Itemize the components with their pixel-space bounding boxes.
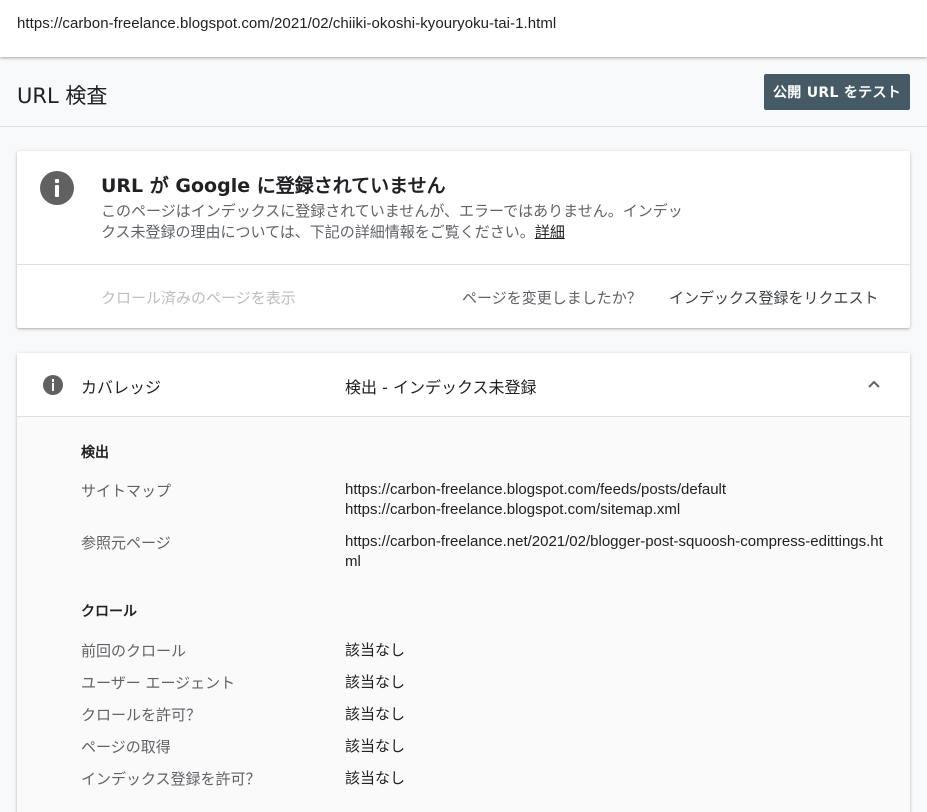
page-header: URL 検査 公開 URL をテスト xyxy=(0,57,927,127)
divider xyxy=(17,264,910,265)
info-icon xyxy=(40,171,74,205)
sitemap-url: https://carbon-freelance.blogspot.com/si… xyxy=(345,501,681,518)
index-status-headline: URL が Google に登録されていません xyxy=(101,175,446,197)
info-icon xyxy=(43,375,63,395)
request-indexing-button[interactable]: インデックス登録をリクエスト xyxy=(669,287,879,308)
user-agent-label: ユーザー エージェント xyxy=(81,674,236,692)
last-crawl-value: 該当なし xyxy=(345,641,406,659)
crawl-heading: クロール xyxy=(81,604,137,620)
coverage-status: 検出 - インデックス未登録 xyxy=(345,378,537,397)
referring-page-url: https://carbon-freelance.net/2021/02/blo… xyxy=(345,533,883,570)
coverage-panel: カバレッジ 検出 - インデックス未登録 検出 サイトマップ https://c… xyxy=(17,353,910,812)
view-crawled-page-button[interactable]: クロール済みのページを表示 xyxy=(101,287,296,308)
page-changed-question: ページを変更しましたか？ xyxy=(462,289,642,307)
referring-page-label: 参照元ページ xyxy=(81,534,171,552)
sitemap-label: サイトマップ xyxy=(81,482,172,500)
page-fetch-label: ページの取得 xyxy=(81,738,171,756)
user-agent-value: 該当なし xyxy=(345,673,406,691)
indexing-allowed-label: インデックス登録を許可？ xyxy=(81,770,261,788)
indexing-allowed-value: 該当なし xyxy=(345,769,406,787)
description-text: このページはインデックスに登録されていませんが、エラーではありません。インデック… xyxy=(101,202,683,241)
discovery-heading: 検出 xyxy=(81,445,109,461)
inspected-url[interactable]: https://carbon-freelance.blogspot.com/20… xyxy=(17,15,556,32)
sitemap-url: https://carbon-freelance.blogspot.com/fe… xyxy=(345,481,727,498)
crawl-allowed-value: 該当なし xyxy=(345,705,406,723)
learn-more-link[interactable]: 詳細 xyxy=(535,223,565,241)
last-crawl-label: 前回のクロール xyxy=(81,642,187,660)
chevron-up-icon[interactable] xyxy=(866,376,882,392)
index-status-description: このページはインデックスに登録されていませんが、エラーではありません。インデック… xyxy=(101,201,691,243)
coverage-label: カバレッジ xyxy=(81,378,162,397)
page-title: URL 検査 xyxy=(17,84,108,108)
index-status-card: URL が Google に登録されていません このページはインデックスに登録さ… xyxy=(17,151,910,328)
coverage-header[interactable]: カバレッジ 検出 - インデックス未登録 xyxy=(17,353,910,417)
page-fetch-value: 該当なし xyxy=(345,737,406,755)
sitemap-list: https://carbon-freelance.blogspot.com/fe… xyxy=(345,480,890,520)
test-live-url-button[interactable]: 公開 URL をテスト xyxy=(764,74,910,110)
crawl-allowed-label: クロールを許可？ xyxy=(81,706,202,724)
url-bar[interactable]: https://carbon-freelance.blogspot.com/20… xyxy=(0,0,927,57)
